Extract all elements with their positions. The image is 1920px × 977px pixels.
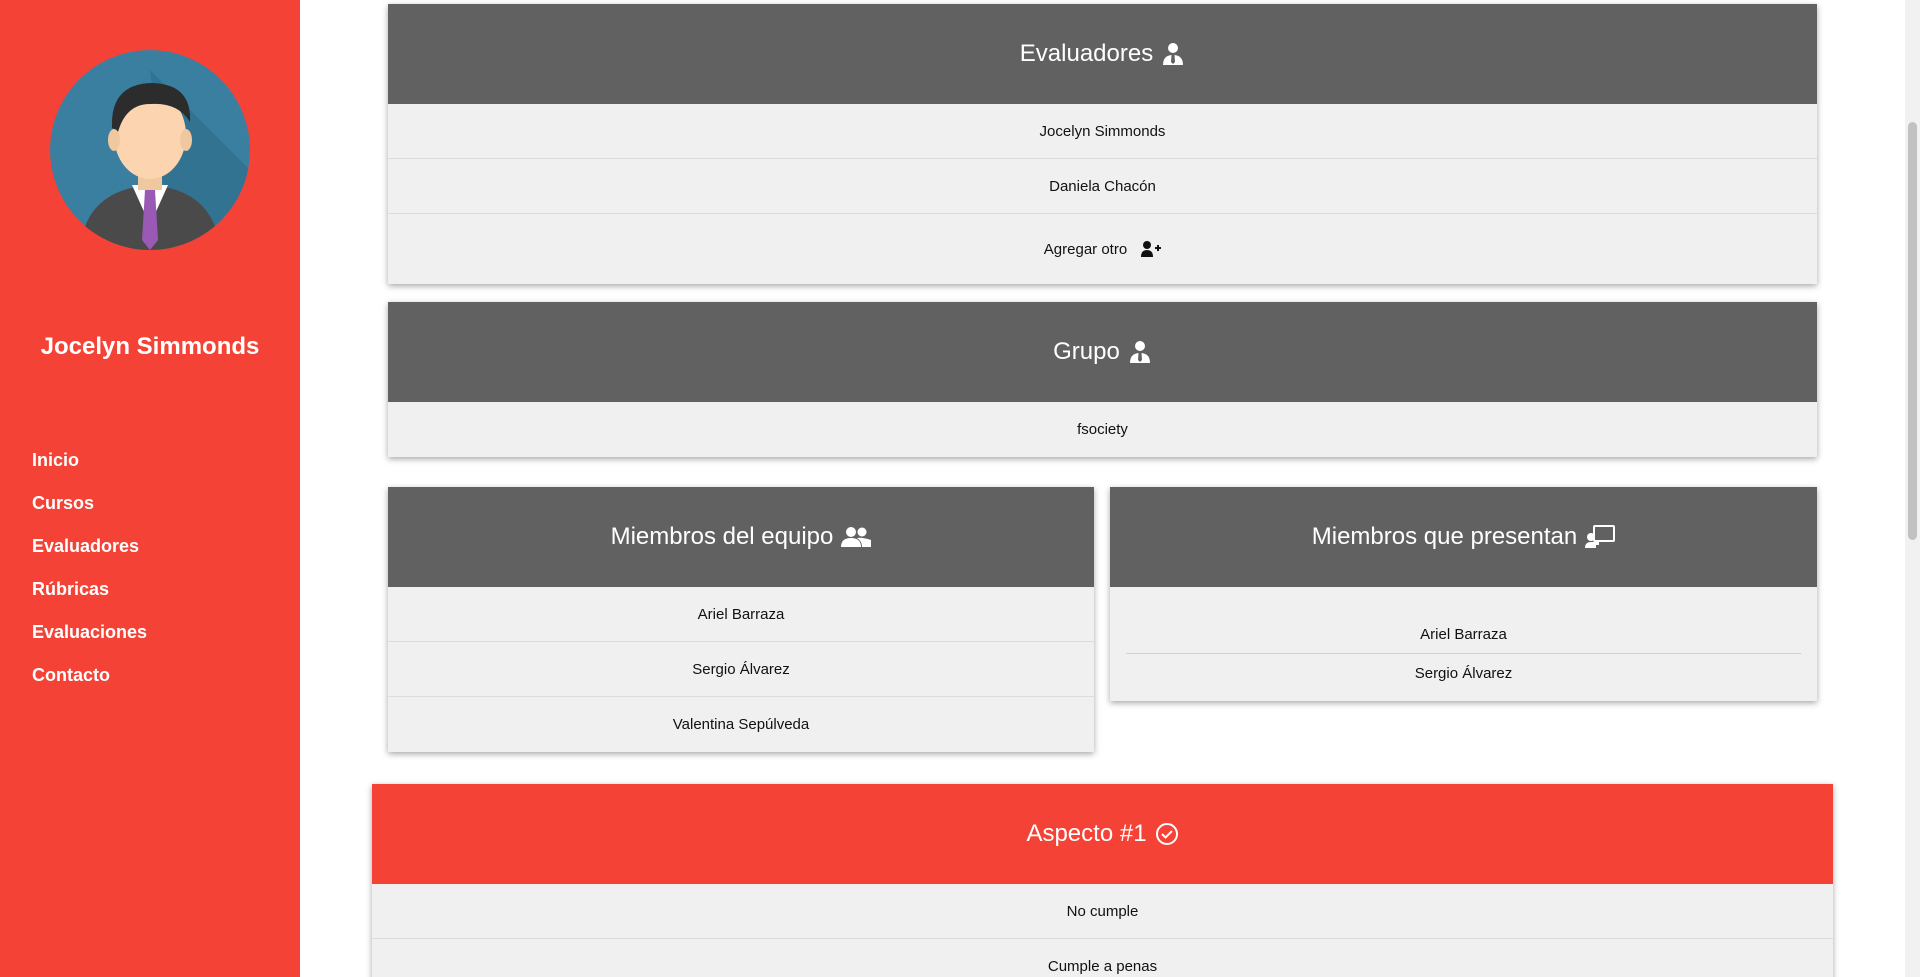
user-tie-icon [1129, 341, 1150, 363]
nav-inicio[interactable]: Inicio [32, 450, 147, 493]
users-icon [841, 527, 872, 547]
add-evaluador-label: Agregar otro [1043, 240, 1128, 258]
presentan-panel: Miembros que presentan Ariel Barraza Ser… [1110, 487, 1817, 701]
miembro-row: Sergio Álvarez [388, 642, 1094, 697]
main-content: Evaluadores Jocelyn Simmonds Daniela Cha… [300, 0, 1905, 977]
presentan-list: Ariel Barraza Sergio Álvarez [1110, 587, 1817, 701]
avatar [50, 50, 250, 250]
presentador-row: Ariel Barraza [1126, 615, 1801, 654]
evaluador-row: Daniela Chacón [388, 159, 1817, 214]
nav-evaluaciones[interactable]: Evaluaciones [32, 622, 147, 665]
sidebar: Jocelyn Simmonds Inicio Cursos Evaluador… [0, 0, 300, 977]
miembros-panel: Miembros del equipo Ariel Barraza Sergio… [388, 487, 1094, 752]
add-evaluador-button[interactable]: Agregar otro [388, 214, 1817, 284]
chalkboard-teacher-icon [1585, 525, 1616, 548]
miembros-title: Miembros del equipo [610, 523, 834, 550]
nav-evaluadores[interactable]: Evaluadores [32, 536, 147, 579]
nav-cursos[interactable]: Cursos [32, 493, 147, 536]
check-circle-icon [1155, 823, 1178, 845]
evaluador-row: Jocelyn Simmonds [388, 104, 1817, 159]
evaluadores-title: Evaluadores [1019, 40, 1154, 67]
grupo-panel: Grupo fsociety [388, 302, 1817, 457]
evaluadores-header: Evaluadores [388, 4, 1817, 104]
presentador-row: Sergio Álvarez [1414, 665, 1513, 682]
aspecto-panel: Aspecto #1 No cumple Cumple a penas [372, 784, 1833, 977]
aspecto-option[interactable]: No cumple [372, 884, 1833, 939]
scrollbar[interactable] [1905, 0, 1920, 977]
aspecto-option[interactable]: Cumple a penas [372, 939, 1833, 977]
presentan-title: Miembros que presentan [1311, 523, 1578, 550]
sidebar-nav: Inicio Cursos Evaluadores Rúbricas Evalu… [32, 450, 147, 708]
evaluadores-panel: Evaluadores Jocelyn Simmonds Daniela Cha… [388, 4, 1817, 284]
miembro-row: Ariel Barraza [388, 587, 1094, 642]
grupo-header: Grupo [388, 302, 1817, 402]
user-name: Jocelyn Simmonds [40, 333, 260, 360]
miembros-header: Miembros del equipo [388, 487, 1094, 587]
nav-rubricas[interactable]: Rúbricas [32, 579, 147, 622]
user-plus-icon [1141, 241, 1162, 257]
miembro-row: Valentina Sepúlveda [672, 716, 810, 733]
scrollbar-thumb[interactable] [1908, 122, 1917, 540]
aspecto-title: Aspecto #1 [1026, 820, 1147, 847]
nav-contacto[interactable]: Contacto [32, 665, 147, 708]
aspecto-header: Aspecto #1 [372, 784, 1833, 884]
grupo-title: Grupo [1053, 338, 1120, 365]
presentan-header: Miembros que presentan [1110, 487, 1817, 587]
grupo-name: fsociety [1077, 421, 1128, 438]
user-tie-icon [1163, 43, 1184, 65]
